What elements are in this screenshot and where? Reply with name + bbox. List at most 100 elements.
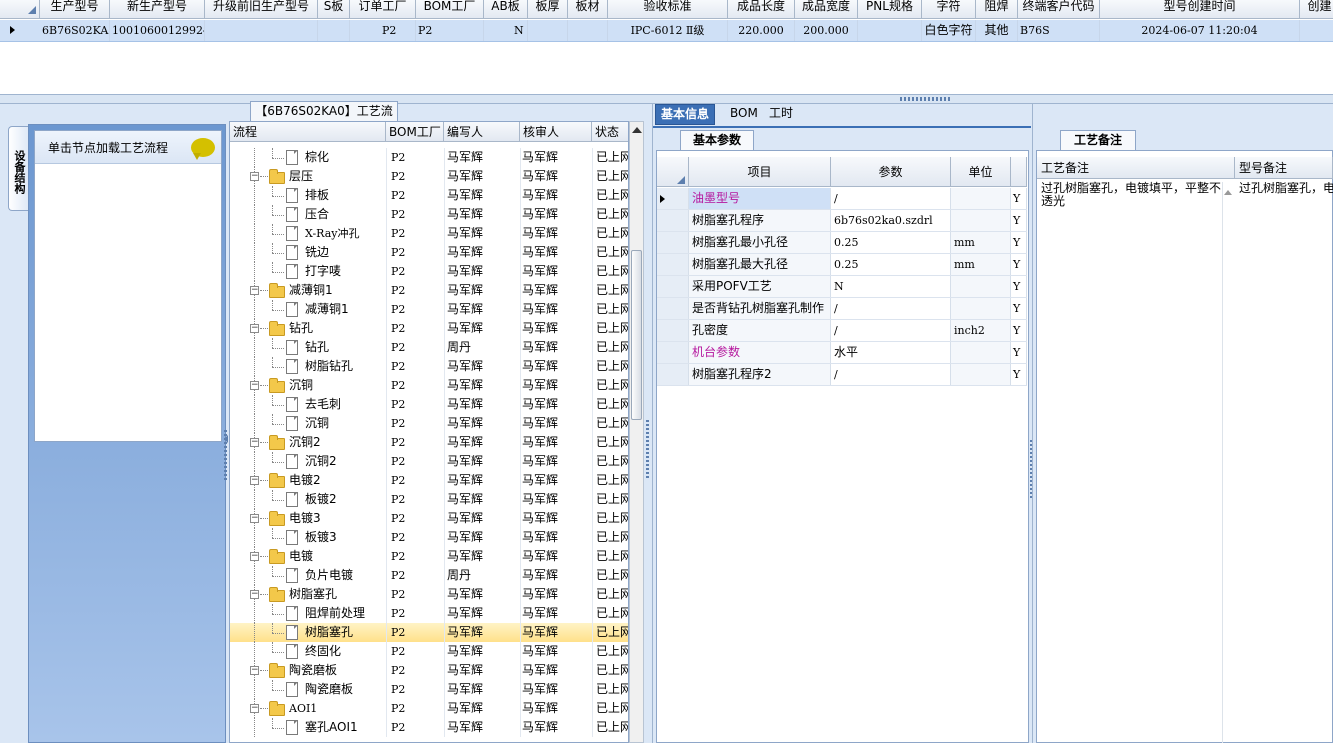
param-value[interactable]: N [831,276,951,297]
model-cell[interactable]: B76S [1018,20,1100,41]
flow-row[interactable]: 阻焊前处理P2马军辉马军辉已上网 [230,604,628,623]
model-col-header[interactable]: 成品长度 [728,0,795,19]
splitter-grip-mid[interactable] [646,420,649,480]
tab-bom[interactable]: BOM [725,104,763,125]
model-cell[interactable]: 其他 [976,20,1018,41]
tab-equipment-structure[interactable]: 设备结构 [8,126,28,211]
collapse-icon[interactable]: − [250,514,259,523]
flow-row[interactable]: 压合P2马军辉马军辉已上网 [230,205,628,224]
model-cell[interactable]: 220.000 [728,20,795,41]
param-row[interactable]: 树脂塞孔程序2/ Y [657,364,1027,386]
flow-row[interactable]: 减薄铜1P2马军辉马军辉已上网 [230,300,628,319]
param-row[interactable]: 孔密度 / inch2 Y [657,320,1027,342]
collapse-icon[interactable]: − [250,381,259,390]
scroll-up-icon[interactable] [632,127,642,133]
tab-process-notes[interactable]: 工艺备注 [1060,130,1136,150]
flow-row[interactable]: 树脂钻孔P2马军辉马军辉已上网 [230,357,628,376]
param-value[interactable]: 0.25 [831,254,951,275]
collapse-icon[interactable]: − [250,476,259,485]
process-note-text[interactable]: 过孔树脂塞孔，电镀填平，平整不透光 [1041,182,1221,208]
model-col-header[interactable]: S板 [318,0,350,19]
flow-col-header[interactable]: 核审人 [520,122,592,142]
flow-row[interactable]: − 电镀3 P2 马军辉 马军辉 已上网 [230,509,628,528]
flow-row[interactable]: − 电镀2 P2 马军辉 马军辉 已上网 [230,471,628,490]
param-value[interactable]: 水平 [831,342,951,363]
model-cell[interactable]: IPC-6012 Ⅱ级 [608,20,728,41]
param-value[interactable]: / [831,364,951,385]
model-cell[interactable]: 10010600129924 [110,20,205,41]
model-cell[interactable] [1300,20,1333,41]
flow-row[interactable]: 树脂塞孔P2马军辉马军辉已上网 [230,623,628,642]
note-scroll-up-icon[interactable] [1224,190,1232,195]
model-col-header[interactable]: 阻焊 [976,0,1018,19]
flow-scroll-thumb[interactable] [631,250,642,420]
model-cell[interactable]: P2 [416,20,484,41]
flow-row[interactable]: 排板P2马军辉马军辉已上网 [230,186,628,205]
flow-row[interactable]: 板镀2P2马军辉马军辉已上网 [230,490,628,509]
param-row[interactable]: 树脂塞孔程序 6b76s02ka0.szdrl Y [657,210,1027,232]
model-col-header[interactable]: 成品宽度 [795,0,858,19]
param-row[interactable]: 树脂塞孔最大孔径 0.25 mm Y [657,254,1027,276]
flow-col-header[interactable]: 流程 [230,122,386,142]
model-col-header[interactable]: 生产型号 [40,0,110,19]
model-cell[interactable] [205,20,318,41]
model-cell[interactable] [318,20,350,41]
flow-row[interactable]: − 减薄铜1 P2 马军辉 马军辉 已上网 [230,281,628,300]
param-value[interactable]: / [831,298,951,319]
model-cell[interactable] [858,20,922,41]
flow-col-header[interactable]: BOM工厂 [386,122,444,142]
param-row[interactable]: 树脂塞孔最小孔径 0.25 mm Y [657,232,1027,254]
flow-row[interactable]: − AOI1 P2 马军辉 马军辉 已上网 [230,699,628,718]
model-cell[interactable] [568,20,608,41]
model-col-header[interactable]: 订单工厂 [350,0,416,19]
model-note-text[interactable]: 过孔树脂塞孔，电 [1239,182,1333,195]
flow-row[interactable]: 钻孔P2周丹马军辉已上网 [230,338,628,357]
model-cell[interactable] [528,20,568,41]
model-cell[interactable]: 白色字符 [922,20,976,41]
model-col-header[interactable]: 验收标准 [608,0,728,19]
flow-row[interactable]: 板镀3P2马军辉马军辉已上网 [230,528,628,547]
model-col-header[interactable]: 升级前旧生产型号 [205,0,318,19]
flow-row[interactable]: − 电镀 P2 马军辉 马军辉 已上网 [230,547,628,566]
param-row[interactable]: 是否背钻孔树脂塞孔制作 / Y [657,298,1027,320]
flow-row[interactable]: 终固化P2马军辉马军辉已上网 [230,642,628,661]
flow-row[interactable]: 去毛刺P2马军辉马军辉已上网 [230,395,628,414]
flow-row[interactable]: 负片电镀P2周丹马军辉已上网 [230,566,628,585]
model-col-header[interactable]: 创建 [1300,0,1333,19]
model-col-header[interactable]: AB板 [484,0,528,19]
param-row[interactable]: 机台参数 水平 Y [657,342,1027,364]
flow-row[interactable]: X-Ray冲孔P2马军辉马军辉已上网 [230,224,628,243]
flow-scrollbar[interactable] [629,121,644,743]
collapse-icon[interactable]: − [250,704,259,713]
model-grid-row-selected[interactable]: 6B76S02KA0 10010600129924 P2 P2 N IPC-6012 Ⅱ级… [0,20,1333,42]
param-value[interactable]: 0.25 [831,232,951,253]
param-value[interactable]: 6b76s02ka0.szdrl [831,210,951,231]
flow-row[interactable]: 铣边P2马军辉马军辉已上网 [230,243,628,262]
flow-row[interactable]: − 层压 P2 马军辉 马军辉 已上网 [230,167,628,186]
flow-row[interactable]: 塞孔AOI1P2马军辉马军辉已上网 [230,718,628,737]
param-value[interactable]: / [831,320,951,341]
flow-row[interactable]: 沉铜2P2马军辉马军辉已上网 [230,452,628,471]
equipment-tree-area[interactable] [34,130,222,442]
model-cell[interactable]: 6B76S02KA0 [40,20,110,41]
flow-row[interactable]: 棕化P2马军辉马军辉已上网 [230,148,628,167]
collapse-icon[interactable]: − [250,324,259,333]
collapse-icon[interactable]: − [250,552,259,561]
model-cell[interactable]: 2024-06-07 11:20:04 [1100,20,1300,41]
collapse-icon[interactable]: − [250,438,259,447]
flow-row[interactable]: 沉铜P2马军辉马军辉已上网 [230,414,628,433]
tab-basic-params[interactable]: 基本参数 [680,130,754,150]
model-col-header[interactable]: 终端客户代码 [1018,0,1100,19]
flow-row[interactable]: 打字唛P2马军辉马军辉已上网 [230,262,628,281]
flow-col-header[interactable]: 编写人 [444,122,520,142]
model-col-header[interactable]: BOM工厂 [416,0,484,19]
model-cell[interactable]: P2 [380,20,416,41]
param-row[interactable]: 采用POFV工艺 N Y [657,276,1027,298]
flow-row[interactable]: − 陶瓷磨板 P2 马军辉 马军辉 已上网 [230,661,628,680]
tab-work-hours[interactable]: 工时 [764,104,798,125]
collapse-icon[interactable]: − [250,590,259,599]
flow-row[interactable]: − 沉铜2 P2 马军辉 马军辉 已上网 [230,433,628,452]
notes-grid[interactable] [1036,150,1333,743]
collapse-icon[interactable]: − [250,666,259,675]
model-col-header[interactable]: PNL规格 [858,0,922,19]
